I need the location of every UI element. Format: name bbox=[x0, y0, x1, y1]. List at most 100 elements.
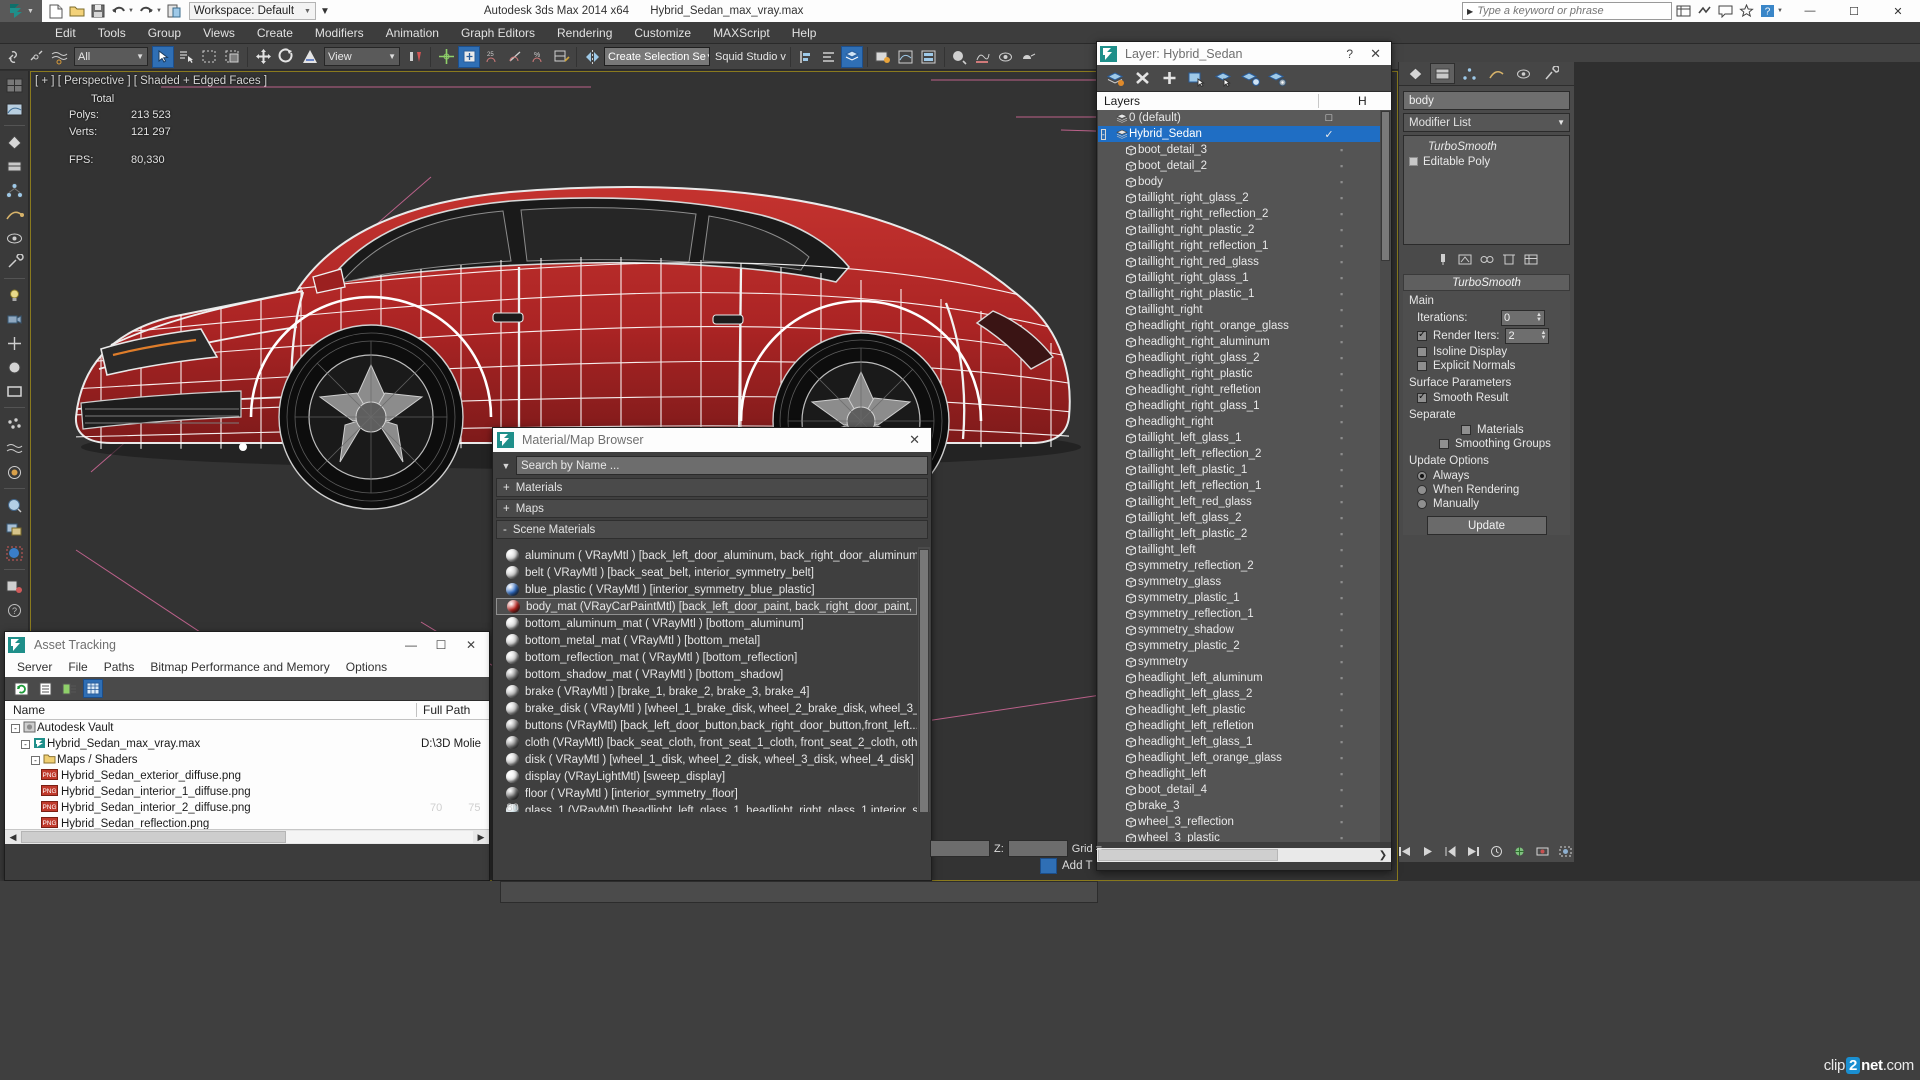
infocenter-icon[interactable] bbox=[1674, 2, 1693, 20]
schematic-view-icon[interactable] bbox=[918, 46, 940, 68]
open-file-icon[interactable] bbox=[67, 2, 86, 20]
layer-hide-toggle[interactable]: ▪ bbox=[1340, 737, 1360, 747]
select-and-scale-icon[interactable] bbox=[298, 46, 320, 68]
angle-snap-icon[interactable]: 25 bbox=[481, 46, 503, 68]
stack-item-editable-poly[interactable]: Editable Poly bbox=[1404, 154, 1569, 169]
layer-object-row[interactable]: headlight_right_aluminum▪ bbox=[1098, 334, 1380, 350]
select-object-icon[interactable] bbox=[152, 46, 174, 68]
material-search-input[interactable]: Search by Name ... bbox=[516, 456, 928, 475]
layer-hide-toggle[interactable]: ▪ bbox=[1340, 513, 1360, 523]
layer-vertical-scrollbar[interactable] bbox=[1380, 110, 1391, 842]
app-logo-button[interactable]: ▼ bbox=[0, 0, 42, 22]
select-link-icon[interactable] bbox=[2, 46, 24, 68]
layer-row[interactable]: -Hybrid_Sedan✓ bbox=[1098, 126, 1380, 142]
percent-snap-icon[interactable] bbox=[504, 46, 526, 68]
dock-scene-converter-icon[interactable] bbox=[3, 575, 26, 597]
window-crossing-toggle-icon[interactable] bbox=[221, 46, 243, 68]
iterations-spinner-arrows-icon[interactable]: ▲▼ bbox=[1536, 313, 1542, 323]
layer-hide-toggle[interactable]: ▪ bbox=[1340, 241, 1360, 251]
unlink-selection-icon[interactable] bbox=[25, 46, 47, 68]
material-browser-close-button[interactable]: ✕ bbox=[902, 432, 927, 448]
layer-object-row[interactable]: taillight_right_glass_2▪ bbox=[1098, 190, 1380, 206]
redo-dropdown-icon[interactable]: ▼ bbox=[156, 8, 162, 14]
material-list-item[interactable]: aluminum ( VRayMtl ) [back_left_door_alu… bbox=[496, 547, 917, 564]
isoline-display-checkbox[interactable] bbox=[1417, 347, 1427, 357]
layer-hide-toggle[interactable]: ▪ bbox=[1340, 657, 1360, 667]
layer-object-row[interactable]: headlight_left_glass_1▪ bbox=[1098, 734, 1380, 750]
material-list-item[interactable]: cloth (VRayMtl) [back_seat_cloth, front_… bbox=[496, 734, 917, 751]
modifier-list-dropdown[interactable]: Modifier List ▼ bbox=[1403, 113, 1570, 132]
dock-material-sphere-icon[interactable] bbox=[3, 494, 26, 516]
layer-object-row[interactable]: boot_detail_4▪ bbox=[1098, 782, 1380, 798]
layer-hide-toggle[interactable]: ▪ bbox=[1340, 497, 1360, 507]
menu-help[interactable]: Help bbox=[781, 22, 828, 44]
layer-object-row[interactable]: symmetry_plastic_2▪ bbox=[1098, 638, 1380, 654]
material-list-item[interactable]: disk ( VRayMtl ) [wheel_1_disk, wheel_2_… bbox=[496, 751, 917, 768]
group-scene-materials[interactable]: - Scene Materials bbox=[496, 520, 928, 539]
scroll-left-icon[interactable]: ◀ bbox=[5, 832, 21, 843]
redo-icon[interactable] bbox=[137, 2, 156, 20]
material-list-item[interactable]: body_mat (VRayCarPaintMtl) [back_left_do… bbox=[496, 598, 917, 615]
layer-hide-toggle[interactable]: ▪ bbox=[1340, 753, 1360, 763]
asset-tracking-list[interactable]: - Autodesk Vault - Hybrid_Sedan_max_vray… bbox=[5, 720, 489, 844]
render-production-icon[interactable] bbox=[1018, 46, 1040, 68]
delete-layer-icon[interactable] bbox=[1132, 68, 1152, 88]
layer-hide-toggle[interactable]: ▪ bbox=[1340, 177, 1360, 187]
pin-stack-icon[interactable] bbox=[1433, 250, 1452, 269]
keyword-search-box[interactable]: ▶ bbox=[1462, 2, 1672, 20]
play-animation-icon[interactable] bbox=[1418, 842, 1436, 860]
tab-create[interactable] bbox=[1403, 63, 1428, 84]
smoothing-groups-checkbox[interactable] bbox=[1439, 439, 1449, 449]
layer-scroll-thumb[interactable] bbox=[1381, 111, 1390, 261]
workspace-more-icon[interactable]: ▼ bbox=[320, 6, 330, 17]
menu-views[interactable]: Views bbox=[192, 22, 246, 44]
dock-spacewarp-icon[interactable] bbox=[3, 437, 26, 459]
menu-modifiers[interactable]: Modifiers bbox=[304, 22, 375, 44]
scroll-thumb[interactable] bbox=[21, 831, 286, 843]
layer-hide-toggle[interactable]: ▪ bbox=[1340, 705, 1360, 715]
asset-menu-server[interactable]: Server bbox=[9, 660, 60, 674]
group-materials[interactable]: + Materials bbox=[496, 478, 928, 497]
dock-viewport-config-icon[interactable] bbox=[3, 74, 26, 96]
render-iters-spinner[interactable]: 2 ▲▼ bbox=[1505, 328, 1549, 344]
layer-hide-toggle[interactable]: ▪ bbox=[1340, 785, 1360, 795]
material-list-item[interactable]: bottom_metal_mat ( VRayMtl ) [bottom_met… bbox=[496, 632, 917, 649]
dock-helper-icon[interactable] bbox=[3, 332, 26, 354]
add-time-tag-label[interactable]: Add T bbox=[1062, 860, 1092, 872]
asset-row[interactable]: PNG Hybrid_Sedan_interior_1_diffuse.png bbox=[5, 784, 489, 800]
scene-materials-list[interactable]: aluminum ( VRayMtl ) [back_left_door_alu… bbox=[496, 547, 917, 812]
layer-hide-toggle[interactable]: ▪ bbox=[1340, 289, 1360, 299]
undo-dropdown-icon[interactable]: ▼ bbox=[128, 8, 134, 14]
menu-create[interactable]: Create bbox=[246, 22, 304, 44]
favorites-icon[interactable] bbox=[1737, 2, 1756, 20]
layer-object-row[interactable]: headlight_right_glass_2▪ bbox=[1098, 350, 1380, 366]
layer-hide-toggle[interactable]: ▪ bbox=[1340, 257, 1360, 267]
new-file-icon[interactable] bbox=[46, 2, 65, 20]
layer-hide-toggle[interactable]: ▪ bbox=[1340, 449, 1360, 459]
selection-filter-combo[interactable]: All ▼ bbox=[74, 47, 148, 66]
dock-particles-icon[interactable] bbox=[3, 413, 26, 435]
layer-hscroll-thumb[interactable] bbox=[1098, 849, 1278, 861]
layer-hide-toggle[interactable]: ▪ bbox=[1340, 577, 1360, 587]
layer-object-row[interactable]: taillight_right_glass_1▪ bbox=[1098, 270, 1380, 286]
material-list-item[interactable]: display (VRayLightMtl) [sweep_display] bbox=[496, 768, 917, 785]
layer-hide-toggle[interactable]: ▪ bbox=[1340, 321, 1360, 331]
layer-hide-toggle[interactable]: ▪ bbox=[1340, 801, 1360, 811]
layer-hide-toggle[interactable]: ▪ bbox=[1340, 369, 1360, 379]
layer-object-row[interactable]: headlight_right_orange_glass▪ bbox=[1098, 318, 1380, 334]
dock-material-map-icon[interactable] bbox=[3, 518, 26, 540]
material-list-item[interactable]: blue_plastic ( VRayMtl ) [interior_symme… bbox=[496, 581, 917, 598]
reference-coordinate-combo[interactable]: View ▼ bbox=[324, 47, 400, 66]
create-new-layer-icon[interactable] bbox=[1105, 68, 1125, 88]
asset-column-name[interactable]: Name bbox=[5, 703, 417, 717]
layer-object-row[interactable]: taillight_left_plastic_1▪ bbox=[1098, 462, 1380, 478]
explicit-normals-checkbox[interactable] bbox=[1417, 361, 1427, 371]
asset-menu-file[interactable]: File bbox=[60, 660, 95, 674]
layer-hide-toggle[interactable]: ▪ bbox=[1340, 625, 1360, 635]
align-quick-icon[interactable] bbox=[818, 46, 840, 68]
layer-hide-toggle[interactable]: ▪ bbox=[1340, 225, 1360, 235]
rectangular-selection-region-icon[interactable] bbox=[198, 46, 220, 68]
bind-to-space-warp-icon[interactable] bbox=[48, 46, 70, 68]
layer-object-row[interactable]: boot_detail_3▪ bbox=[1098, 142, 1380, 158]
material-list-item[interactable]: brake_disk ( VRayMtl ) [wheel_1_brake_di… bbox=[496, 700, 917, 717]
